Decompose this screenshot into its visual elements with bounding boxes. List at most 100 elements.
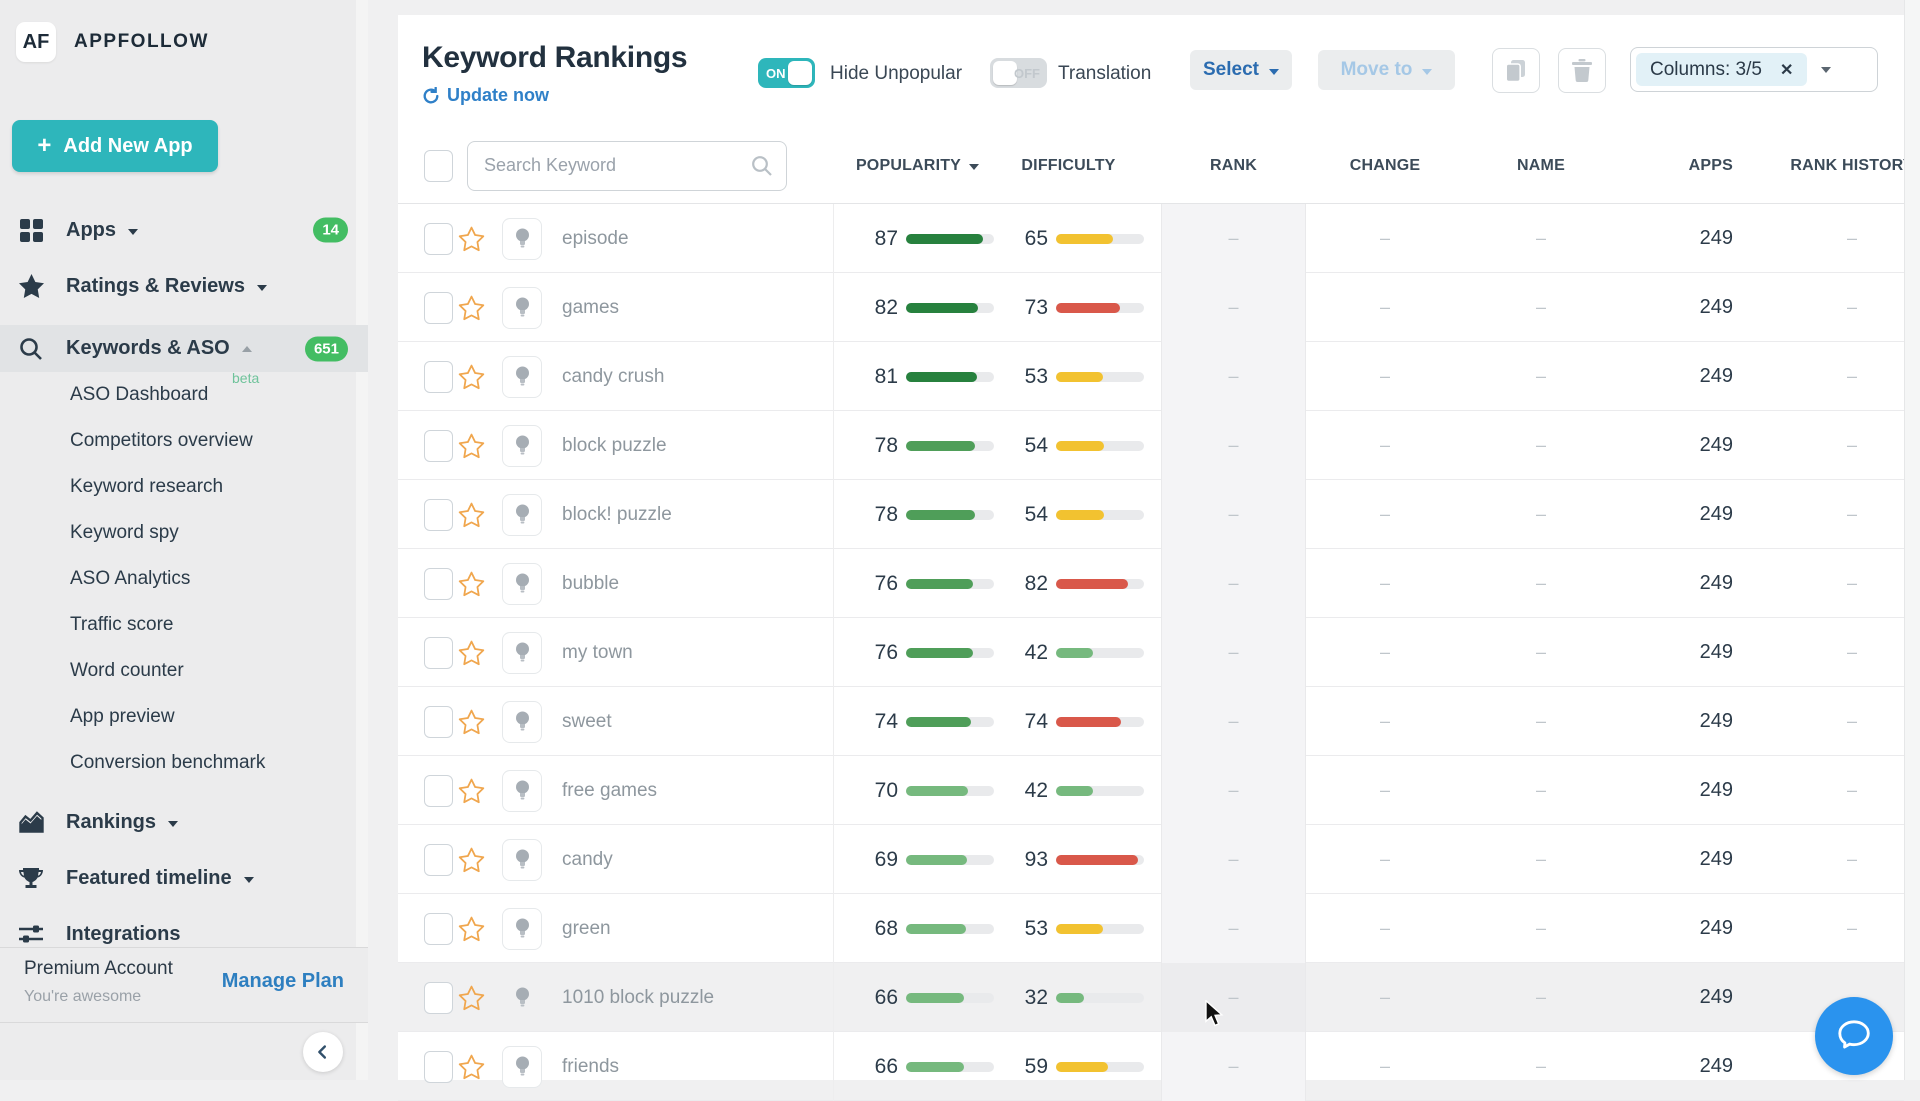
favorite-star-icon[interactable] xyxy=(458,916,502,942)
suggestion-bulb-icon[interactable] xyxy=(502,1046,542,1088)
table-row[interactable]: free games 70 42 – – – 249 – xyxy=(398,756,1904,825)
change-value: – xyxy=(1380,297,1390,317)
favorite-star-icon[interactable] xyxy=(458,847,502,873)
column-header-change[interactable]: CHANGE xyxy=(1306,157,1464,175)
row-checkbox[interactable] xyxy=(424,1051,453,1083)
favorite-star-icon[interactable] xyxy=(458,1054,502,1080)
suggestion-bulb-icon[interactable] xyxy=(502,425,542,467)
name-value: – xyxy=(1536,228,1546,248)
table-row[interactable]: green 68 53 – – – 249 – xyxy=(398,894,1904,963)
suggestion-bulb-icon[interactable] xyxy=(502,563,542,605)
chevron-down-icon[interactable] xyxy=(1821,67,1831,73)
row-checkbox[interactable] xyxy=(424,913,453,945)
favorite-star-icon[interactable] xyxy=(458,640,502,666)
name-value: – xyxy=(1536,504,1546,524)
table-row[interactable]: 1010 block puzzle 66 32 – – – 249 – xyxy=(398,963,1904,1032)
sidebar-collapse-button[interactable] xyxy=(303,1032,343,1072)
sidebar-item-aso-analytics[interactable]: ASO Analytics xyxy=(0,556,368,602)
row-checkbox[interactable] xyxy=(424,223,453,255)
add-new-app-button[interactable]: + Add New App xyxy=(12,120,218,172)
columns-selector[interactable]: Columns: 3/5 ✕ xyxy=(1630,47,1878,92)
select-all-checkbox[interactable] xyxy=(424,150,453,182)
column-header-name[interactable]: NAME xyxy=(1464,157,1618,175)
column-header-popularity[interactable]: POPULARITY xyxy=(833,157,1002,175)
row-checkbox[interactable] xyxy=(424,292,453,324)
search-input[interactable] xyxy=(467,141,787,191)
favorite-star-icon[interactable] xyxy=(458,433,502,459)
sidebar-item-word-counter[interactable]: Word counter xyxy=(0,648,368,694)
suggestion-bulb-icon[interactable] xyxy=(502,494,542,536)
table-row[interactable]: friends 66 59 – – – 249 – xyxy=(398,1032,1904,1101)
panel-header: Keyword Rankings Update now ON Hide Unpo… xyxy=(398,15,1904,128)
favorite-star-icon[interactable] xyxy=(458,571,502,597)
favorite-star-icon[interactable] xyxy=(458,709,502,735)
row-checkbox[interactable] xyxy=(424,430,453,462)
column-header-rank-history[interactable]: RANK HISTORY xyxy=(1744,157,1920,175)
suggestion-bulb-icon[interactable] xyxy=(502,839,542,881)
row-checkbox[interactable] xyxy=(424,499,453,531)
sidebar-item-rankings[interactable]: Rankings xyxy=(0,794,368,850)
column-header-difficulty[interactable]: DIFFICULTY xyxy=(1002,157,1161,175)
favorite-star-icon[interactable] xyxy=(458,502,502,528)
sidebar-item-keyword-research[interactable]: Keyword research xyxy=(0,464,368,510)
table-row[interactable]: candy 69 93 – – – 249 – xyxy=(398,825,1904,894)
sidebar-item-featured-timeline[interactable]: Featured timeline xyxy=(0,850,368,906)
manage-plan-link[interactable]: Manage Plan xyxy=(222,970,344,993)
translation-toggle[interactable]: OFF xyxy=(990,58,1047,88)
favorite-star-icon[interactable] xyxy=(458,364,502,390)
table-row[interactable]: block puzzle 78 54 – – – 249 – xyxy=(398,411,1904,480)
row-checkbox[interactable] xyxy=(424,844,453,876)
sidebar-item-traffic-score[interactable]: Traffic score xyxy=(0,602,368,648)
update-now-link[interactable]: Update now xyxy=(422,85,549,106)
suggestion-bulb-icon[interactable] xyxy=(502,977,542,1019)
sidebar-item-app-preview[interactable]: App preview xyxy=(0,694,368,740)
row-checkbox[interactable] xyxy=(424,706,453,738)
table-row[interactable]: my town 76 42 – – – 249 – xyxy=(398,618,1904,687)
table-row[interactable]: bubble 76 82 – – – 249 – xyxy=(398,549,1904,618)
popularity-value: 81 xyxy=(875,365,898,389)
suggestion-bulb-icon[interactable] xyxy=(502,218,542,260)
keyword-label: games xyxy=(562,297,833,319)
table-row[interactable]: games 82 73 – – – 249 – xyxy=(398,273,1904,342)
favorite-star-icon[interactable] xyxy=(458,985,502,1011)
difficulty-value: 59 xyxy=(1025,1055,1048,1078)
favorite-star-icon[interactable] xyxy=(458,778,502,804)
row-checkbox[interactable] xyxy=(424,982,453,1014)
page-scrollbar[interactable] xyxy=(1904,0,1920,1080)
table-row[interactable]: episode 87 65 – – – 249 – xyxy=(398,204,1904,273)
delete-button[interactable] xyxy=(1558,48,1606,93)
sidebar-item-competitors-overview[interactable]: Competitors overview xyxy=(0,418,368,464)
sidebar-item-keywords-aso[interactable]: Keywords & ASO 651 xyxy=(0,325,368,372)
sidebar-item-conversion-benchmark[interactable]: Conversion benchmark xyxy=(0,740,368,786)
suggestion-bulb-icon[interactable] xyxy=(502,356,542,398)
row-checkbox[interactable] xyxy=(424,637,453,669)
difficulty-bar xyxy=(1056,372,1144,382)
suggestion-bulb-icon[interactable] xyxy=(502,632,542,674)
move-to-dropdown-button[interactable]: Move to xyxy=(1318,50,1455,90)
sidebar-item-apps[interactable]: Apps 14 xyxy=(0,202,368,258)
table-row[interactable]: block! puzzle 78 54 – – – 249 – xyxy=(398,480,1904,549)
favorite-star-icon[interactable] xyxy=(458,295,502,321)
row-checkbox[interactable] xyxy=(424,568,453,600)
sidebar-item-aso-dashboard[interactable]: ASO Dashboard beta xyxy=(0,372,368,418)
column-header-rank[interactable]: RANK xyxy=(1161,157,1306,175)
table-row[interactable]: candy crush 81 53 – – – 249 – xyxy=(398,342,1904,411)
beta-tag: beta xyxy=(232,370,259,386)
row-checkbox[interactable] xyxy=(424,775,453,807)
suggestion-bulb-icon[interactable] xyxy=(502,287,542,329)
suggestion-bulb-icon[interactable] xyxy=(502,701,542,743)
row-checkbox[interactable] xyxy=(424,361,453,393)
column-header-apps[interactable]: APPS xyxy=(1618,157,1744,175)
suggestion-bulb-icon[interactable] xyxy=(502,770,542,812)
select-dropdown-button[interactable]: Select xyxy=(1190,50,1292,90)
difficulty-value: 53 xyxy=(1025,365,1048,388)
chat-widget-button[interactable] xyxy=(1815,997,1893,1075)
favorite-star-icon[interactable] xyxy=(458,226,502,252)
suggestion-bulb-icon[interactable] xyxy=(502,908,542,950)
hide-unpopular-toggle[interactable]: ON xyxy=(758,58,815,88)
sidebar-item-keyword-spy[interactable]: Keyword spy xyxy=(0,510,368,556)
table-row[interactable]: sweet 74 74 – – – 249 – xyxy=(398,687,1904,756)
sidebar-item-ratings-reviews[interactable]: Ratings & Reviews xyxy=(0,258,368,314)
copy-button[interactable] xyxy=(1492,48,1540,93)
close-icon[interactable]: ✕ xyxy=(1780,60,1793,80)
